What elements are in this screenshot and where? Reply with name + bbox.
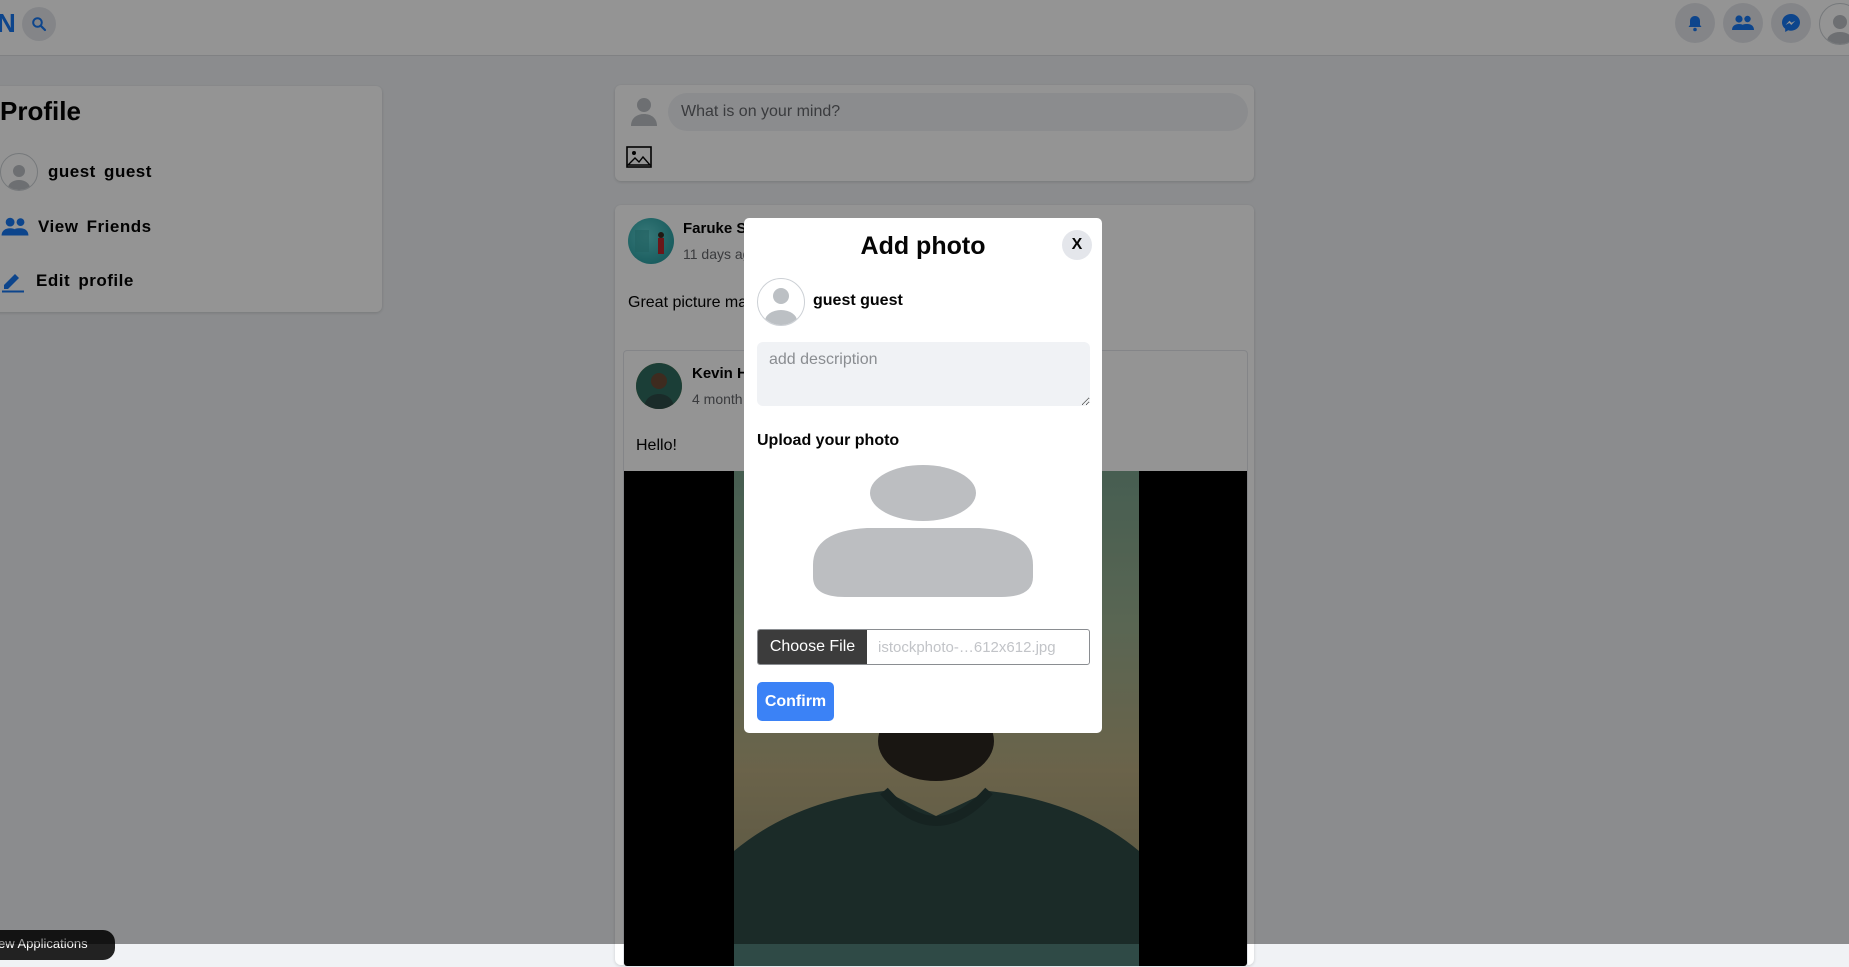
confirm-button[interactable]: Confirm [757,682,834,721]
upload-label: Upload your photo [757,432,900,449]
add-photo-modal: Add photo X guest guest Upload your phot… [744,218,1102,733]
photo-preview [811,465,1035,600]
user-placeholder-icon [813,465,1033,597]
close-button[interactable]: X [1062,230,1092,260]
modal-title: Add photo [860,232,986,260]
selected-file-name: istockphoto-…612x612.jpg [878,638,1056,656]
choose-file-button[interactable]: Choose File [758,630,867,664]
avatar [757,278,805,326]
user-icon [765,288,797,325]
description-field[interactable] [757,342,1090,406]
modal-user-name: guest guest [813,292,903,309]
file-input[interactable]: Choose File istockphoto-…612x612.jpg [757,629,1090,665]
